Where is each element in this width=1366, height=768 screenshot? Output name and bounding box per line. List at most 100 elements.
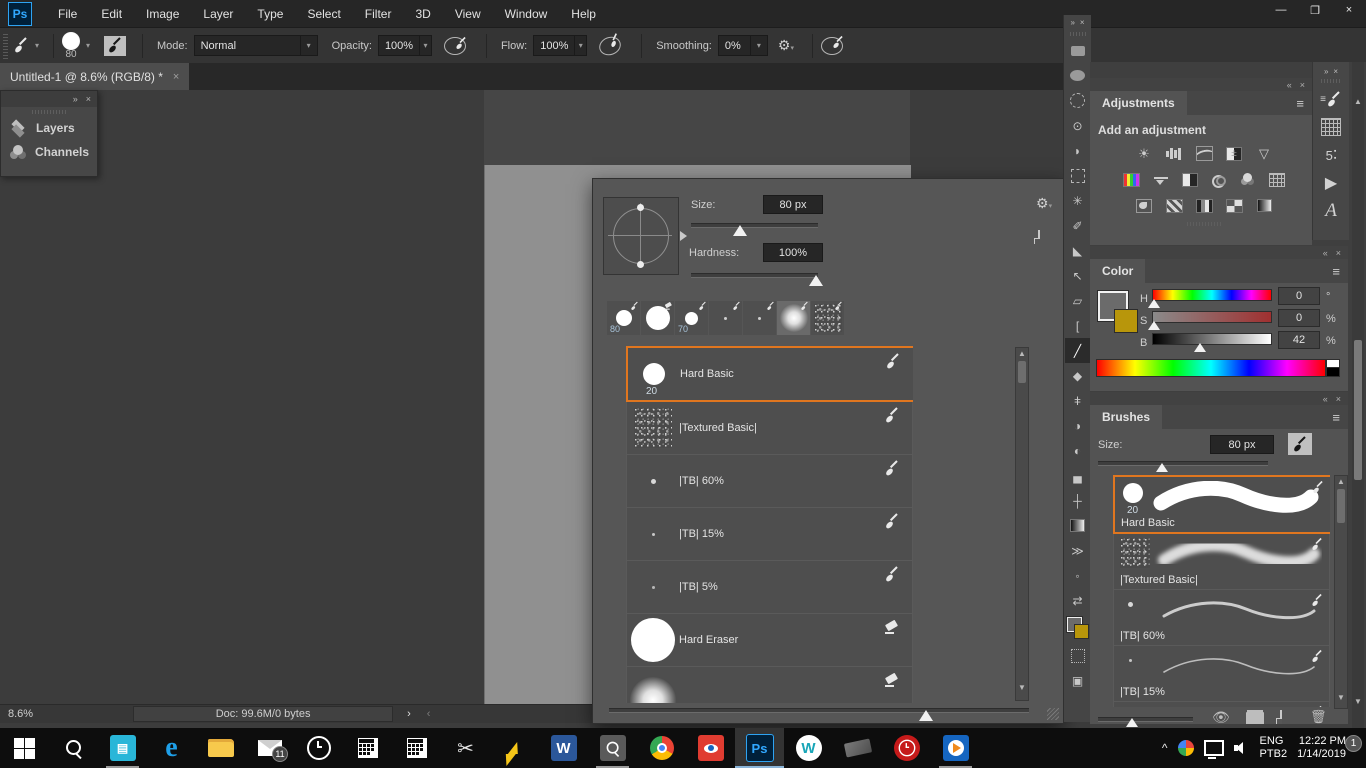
panel-icon-actions[interactable]: ▶ xyxy=(1313,169,1349,197)
hue-saturation-icon[interactable] xyxy=(1121,171,1143,188)
color-spectrum-ramp[interactable] xyxy=(1096,359,1326,377)
brushes-collapse-icon[interactable]: « xyxy=(1323,394,1328,404)
panel-icon-glyphs[interactable]: 5 ▪ ▪ xyxy=(1313,141,1349,169)
tool-rectangle-icon[interactable] xyxy=(1065,38,1090,63)
taskbar-app-chrome[interactable] xyxy=(637,728,686,768)
color-balance-icon[interactable] xyxy=(1150,171,1172,188)
popup-resize-grip[interactable] xyxy=(1047,708,1059,720)
recent-brush-80[interactable]: 80 xyxy=(607,301,640,335)
taskbar-app-snipping-tool[interactable]: ✂ xyxy=(441,728,490,768)
brush-picker-chevron-icon[interactable]: ▾ xyxy=(80,28,96,63)
panel-strip-collapse-icon[interactable]: » xyxy=(1324,67,1328,76)
hue-slider-thumb[interactable] xyxy=(1148,299,1160,308)
size-pressure-icon[interactable] xyxy=(820,36,843,55)
scroll-thumb[interactable] xyxy=(1018,361,1026,383)
status-arrow-right-icon[interactable]: › xyxy=(407,708,411,720)
popup-hardness-slider-thumb[interactable] xyxy=(809,275,823,286)
restore-button[interactable]: ❐ xyxy=(1306,4,1324,17)
tool-crop-icon[interactable]: ┼ xyxy=(1065,488,1090,513)
adjustments-resize-grip[interactable] xyxy=(1187,222,1221,226)
taskbar-app-mpc[interactable] xyxy=(882,728,931,768)
tray-color-app-icon[interactable] xyxy=(1177,740,1194,756)
recent-brush-70[interactable]: 70 xyxy=(675,301,708,335)
taskbar-app-magnifier-tool[interactable] xyxy=(588,728,637,768)
tool-smudge-icon[interactable]: ◦ xyxy=(1065,563,1090,588)
menu-image[interactable]: Image xyxy=(134,0,191,27)
popup-size-slider-track[interactable] xyxy=(691,223,818,228)
saturation-slider[interactable] xyxy=(1152,311,1272,323)
menu-3d[interactable]: 3D xyxy=(403,0,442,27)
menu-window[interactable]: Window xyxy=(493,0,560,27)
brushes-row-hard-basic[interactable]: 20 Hard Basic xyxy=(1113,475,1330,534)
brushes-row-tb-60[interactable]: |TB| 60% xyxy=(1113,590,1330,646)
taskbar-app-w-circle[interactable]: W xyxy=(784,728,833,768)
taskbar-app-media-player[interactable] xyxy=(931,728,980,768)
brushes-row-tb-15[interactable]: |TB| 15% xyxy=(1113,646,1330,702)
taskbar-app-calendar[interactable] xyxy=(343,728,392,768)
tool-stamp-icon[interactable]: ▄ xyxy=(1065,463,1090,488)
levels-icon[interactable] xyxy=(1163,145,1185,162)
flow-dropdown[interactable]: 100% ▾ xyxy=(533,35,588,56)
foreground-background-swatches[interactable] xyxy=(1065,613,1090,643)
options-bar-grip[interactable] xyxy=(3,32,8,59)
taskbar-app-photoshop[interactable]: Ps xyxy=(735,728,784,768)
brightness-contrast-icon[interactable]: ☀ xyxy=(1133,145,1155,162)
adjustments-collapse-icon[interactable]: « xyxy=(1287,80,1292,90)
tab-color[interactable]: Color xyxy=(1090,259,1146,283)
brush-tool-icon[interactable] xyxy=(14,38,29,53)
background-color-swatch[interactable] xyxy=(1073,624,1089,639)
smoothing-dropdown[interactable]: 0% ▾ xyxy=(717,35,768,56)
quick-mask-icon[interactable]: ▣ xyxy=(1065,668,1090,693)
posterize-icon[interactable] xyxy=(1163,197,1185,214)
tray-chevron-icon[interactable]: ^ xyxy=(1162,741,1168,755)
tool-burn-icon[interactable]: ◐ xyxy=(1065,438,1090,463)
color-menu-icon[interactable]: ≡ xyxy=(1332,264,1340,279)
clock-indicator[interactable]: 12:22 PM 1/14/2019 xyxy=(1297,735,1346,761)
preset-row-soft-eraser[interactable]: Soft Eraser 2% xyxy=(626,667,913,703)
brushes-menu-icon[interactable]: ≡ xyxy=(1332,410,1340,425)
preset-row-tb-60[interactable]: |TB| 60% xyxy=(626,455,913,508)
dock-scroll-down-icon[interactable]: ▼ xyxy=(1354,698,1362,706)
taskbar-app-calculator[interactable] xyxy=(392,728,441,768)
background-color-swatch-large[interactable] xyxy=(1114,309,1138,333)
popup-size-slider-thumb[interactable] xyxy=(733,225,747,236)
zoom-level[interactable]: 8.6% xyxy=(8,708,33,720)
tool-type-icon[interactable]: [ xyxy=(1065,313,1090,338)
network-icon[interactable] xyxy=(1203,740,1224,759)
preset-row-hard-eraser[interactable]: Hard Eraser xyxy=(626,614,913,667)
brushes-scrollbar[interactable]: ▲ ▼ xyxy=(1334,475,1348,709)
color-collapse-icon[interactable]: « xyxy=(1323,248,1328,258)
smoothing-options-gear-icon[interactable]: ⚙▾ xyxy=(778,37,794,54)
airbrush-icon[interactable] xyxy=(596,33,624,58)
tool-polygon-icon[interactable]: ▱ xyxy=(1065,288,1090,313)
adjustments-menu-icon[interactable]: ≡ xyxy=(1296,96,1304,111)
tool-move-icon[interactable]: ↖ xyxy=(1065,263,1090,288)
tool-ellipse-icon[interactable] xyxy=(1065,63,1090,88)
preset-row-tb-5[interactable]: |TB| 5% xyxy=(626,561,913,614)
selection-mode-icon[interactable] xyxy=(1065,643,1090,668)
preset-row-tb-15[interactable]: |TB| 15% xyxy=(626,508,913,561)
scroll-up-icon[interactable]: ▲ xyxy=(1016,350,1028,358)
tool-lasso-icon[interactable]: ◗ xyxy=(1065,138,1090,163)
tool-marquee-icon[interactable] xyxy=(1065,163,1090,188)
delete-brush-trash-icon[interactable]: 🗑 xyxy=(1310,709,1327,725)
popup-preview-size-slider-track[interactable] xyxy=(609,708,1029,713)
panel-strip-grip[interactable] xyxy=(1321,79,1341,83)
exposure-icon[interactable]: ± xyxy=(1223,145,1245,162)
scroll-thumb[interactable] xyxy=(1337,489,1345,523)
float-panel-grip[interactable] xyxy=(32,110,66,114)
scroll-up-icon[interactable]: ▲ xyxy=(1335,478,1347,486)
panel-strip-close-icon[interactable]: × xyxy=(1333,67,1338,76)
menu-edit[interactable]: Edit xyxy=(89,0,134,27)
tab-adjustments[interactable]: Adjustments xyxy=(1090,91,1187,115)
tool-elliptical-marquee-icon[interactable] xyxy=(1065,88,1090,113)
hue-value-field[interactable]: 0 xyxy=(1278,287,1320,305)
taskbar-app-alarms[interactable] xyxy=(294,728,343,768)
threshold-icon[interactable] xyxy=(1193,197,1215,214)
brightness-slider[interactable] xyxy=(1152,333,1272,345)
taskbar-app-presentation[interactable]: ▤ xyxy=(98,728,147,768)
toolbar-collapse-icon[interactable]: » xyxy=(1070,18,1074,27)
brush-angle-control[interactable] xyxy=(603,197,687,275)
dock-scroll-thumb[interactable] xyxy=(1354,340,1362,480)
tab-brushes[interactable]: Brushes xyxy=(1090,405,1163,429)
